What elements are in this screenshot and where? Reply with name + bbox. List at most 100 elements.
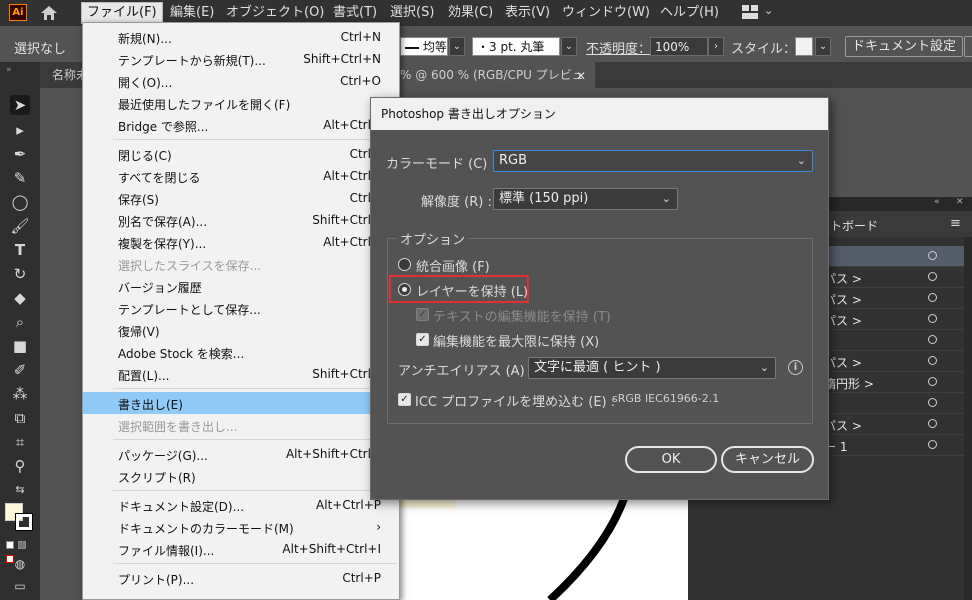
brush-tool-icon[interactable]: 🖌 <box>10 216 30 236</box>
target-icon[interactable] <box>928 293 937 302</box>
menu-item-new[interactable]: 新規(N)... Ctrl+N <box>83 26 399 48</box>
icc-profile-name: sRGB IEC61966-2.1 <box>612 392 720 405</box>
menu-item-scripts[interactable]: スクリプト(R) <box>83 465 399 487</box>
menu-item-export[interactable]: 書き出し(E) <box>83 392 399 414</box>
stroke-color-swatch[interactable] <box>15 513 33 531</box>
chevron-down-icon[interactable]: ⌄ <box>449 37 465 56</box>
brush-select[interactable]: ・3 pt. 丸筆 <box>472 37 560 56</box>
collapse-icon[interactable]: » <box>6 65 12 75</box>
embed-icc-checkbox[interactable]: ✓ <box>398 393 411 406</box>
menu-item-save-as-template[interactable]: テンプレートとして保存... <box>83 297 399 319</box>
target-icon[interactable] <box>928 314 937 323</box>
menu-item-save-copy[interactable]: 複製を保存(Y)... Alt+Ctrl+ <box>83 231 399 253</box>
rotate-tool-icon[interactable]: ↻ <box>10 264 30 284</box>
ellipse-tool-icon[interactable]: ◯ <box>10 192 30 212</box>
menu-item-package[interactable]: パッケージ(G)... Alt+Shift+Ctrl+ <box>83 443 399 465</box>
target-icon[interactable] <box>928 419 937 428</box>
document-settings-button[interactable]: ドキュメント設定 <box>845 36 964 57</box>
photoshop-export-dialog: Photoshop 書き出しオプション カラーモード (C) : RGB ⌄ 解… <box>370 97 829 500</box>
flat-image-label[interactable]: 統合画像 (F) <box>416 256 490 275</box>
home-icon[interactable] <box>40 5 58 21</box>
menu-select[interactable]: 選択(S) <box>385 3 439 23</box>
eraser-tool-icon[interactable]: ◆ <box>10 288 30 308</box>
type-tool-icon[interactable]: T <box>10 240 30 260</box>
chevron-down-icon[interactable]: ⌄ <box>561 37 577 56</box>
collapse-panel-icon[interactable]: « <box>934 197 940 207</box>
zoom-tool-icon[interactable]: ⚲ <box>10 456 30 476</box>
antialias-select[interactable]: 文字に最適 ( ヒント ) ⌄ <box>528 357 776 379</box>
embed-icc-label[interactable]: ICC プロファイルを埋め込む (E) : <box>415 391 615 410</box>
menu-file[interactable]: ファイル(F) <box>81 2 163 24</box>
menu-item-file-info[interactable]: ファイル情報(I)... Alt+Shift+Ctrl+I <box>83 538 399 560</box>
target-icon[interactable] <box>928 335 937 344</box>
menu-edit[interactable]: 編集(E) <box>165 3 219 23</box>
workspace-icon[interactable] <box>742 5 758 19</box>
menu-item-print[interactable]: プリント(P)... Ctrl+P <box>83 567 399 589</box>
direct-selection-tool-icon[interactable]: ▸ <box>10 120 30 140</box>
menu-item-new-from-template[interactable]: テンプレートから新規(T)... Shift+Ctrl+N <box>83 48 399 70</box>
target-icon[interactable] <box>928 251 937 260</box>
target-icon[interactable] <box>928 398 937 407</box>
target-icon[interactable] <box>928 356 937 365</box>
menu-help[interactable]: ヘルプ(H) <box>655 3 724 23</box>
menu-object[interactable]: オブジェクト(O) <box>221 3 329 23</box>
write-layers-label[interactable]: レイヤーを保持 (L) <box>416 281 528 300</box>
max-editability-label[interactable]: 編集機能を最大限に保持 (X) <box>433 331 599 350</box>
menu-item-save[interactable]: 保存(S) Ctrl+ <box>83 187 399 209</box>
menu-item-open[interactable]: 開く(O)... Ctrl+O <box>83 70 399 92</box>
color-mode-select[interactable]: RGB ⌄ <box>493 150 813 172</box>
artboard-tool-icon[interactable]: ⌗ <box>10 432 30 452</box>
menu-view[interactable]: 表示(V) <box>500 3 555 23</box>
info-icon[interactable]: i <box>788 360 803 375</box>
resolution-select[interactable]: 標準 (150 ppi) ⌄ <box>493 188 678 210</box>
write-layers-radio[interactable] <box>398 283 411 296</box>
menu-item-revert[interactable]: 復帰(V)F <box>83 319 399 341</box>
stroke-style-select[interactable]: 均等 <box>400 37 448 56</box>
app-logo: Ai <box>9 4 27 21</box>
menu-item-place[interactable]: 配置(L)... Shift+Ctrl+ <box>83 363 399 385</box>
style-swatch[interactable] <box>795 37 813 56</box>
blend-tool-icon[interactable]: ⁂ <box>10 384 30 404</box>
curvature-tool-icon[interactable]: ✎ <box>10 168 30 188</box>
menu-item-close-all[interactable]: すべてを閉じる Alt+Ctrl+ <box>83 165 399 187</box>
ok-button[interactable]: OK <box>625 446 717 473</box>
menu-item-export-selection: 選択範囲を書き出し... <box>118 420 238 434</box>
opacity-input[interactable]: 100% <box>650 37 708 56</box>
gradient-tool-icon[interactable]: ■ <box>10 336 30 356</box>
panel-menu-icon[interactable]: ≡ <box>950 216 961 231</box>
target-icon[interactable] <box>928 377 937 386</box>
target-icon[interactable] <box>928 272 937 281</box>
menu-item-document-color-mode[interactable]: ドキュメントのカラーモード(M) › <box>83 516 399 538</box>
shape-builder-tool-icon[interactable]: ⧉ <box>10 408 30 428</box>
menu-item-browse-bridge[interactable]: Bridge で参照... Alt+Ctrl+ <box>83 114 399 136</box>
target-icon[interactable] <box>928 440 937 449</box>
menu-item-search-stock[interactable]: Adobe Stock を検索... <box>83 341 399 363</box>
tab-document[interactable]: % @ 600 % (RGB/CPU プレビュー) <box>400 62 595 108</box>
chevron-down-icon[interactable]: ⌄ <box>764 4 773 17</box>
menu-item-save-as[interactable]: 別名で保存(A)... Shift+Ctrl+ <box>83 209 399 231</box>
menu-item-document-setup[interactable]: ドキュメント設定(D)... Alt+Ctrl+P <box>83 494 399 516</box>
menu-item-close[interactable]: 閉じる(C) Ctrl+ <box>83 143 399 165</box>
menu-type[interactable]: 書式(T) <box>328 3 382 23</box>
screen-mode-icon[interactable]: ▭ <box>10 576 30 596</box>
swap-colors-icon[interactable]: ⇆ <box>10 480 30 500</box>
menu-item-version-history[interactable]: バージョン履歴 <box>83 275 399 297</box>
lasso-tool-icon[interactable]: ⌕ <box>10 312 30 332</box>
cancel-button[interactable]: キャンセル <box>721 446 814 473</box>
pen-tool-icon[interactable]: ✒ <box>10 144 30 164</box>
chevron-right-icon[interactable]: › <box>708 37 724 56</box>
menu-effect[interactable]: 効果(C) <box>443 3 498 23</box>
menu-item-open-recent[interactable]: 最近使用したファイルを開く(F) <box>83 92 399 114</box>
max-editability-checkbox[interactable]: ✓ <box>416 333 429 346</box>
flat-image-radio[interactable] <box>398 258 411 271</box>
draw-mode-icon[interactable]: ◍ <box>10 554 30 574</box>
overflow-button[interactable] <box>964 36 972 57</box>
color-mode-icons[interactable] <box>6 538 34 563</box>
selection-tool-icon[interactable]: ➤ <box>10 95 30 115</box>
close-panel-icon[interactable]: ✕ <box>956 197 964 207</box>
chevron-down-icon[interactable]: ⌄ <box>815 37 831 56</box>
menu-window[interactable]: ウィンドウ(W) <box>557 3 655 23</box>
close-icon[interactable]: ✕ <box>576 69 586 83</box>
eyedropper-tool-icon[interactable]: ✐ <box>10 360 30 380</box>
panel-scrollbar[interactable] <box>964 237 972 600</box>
